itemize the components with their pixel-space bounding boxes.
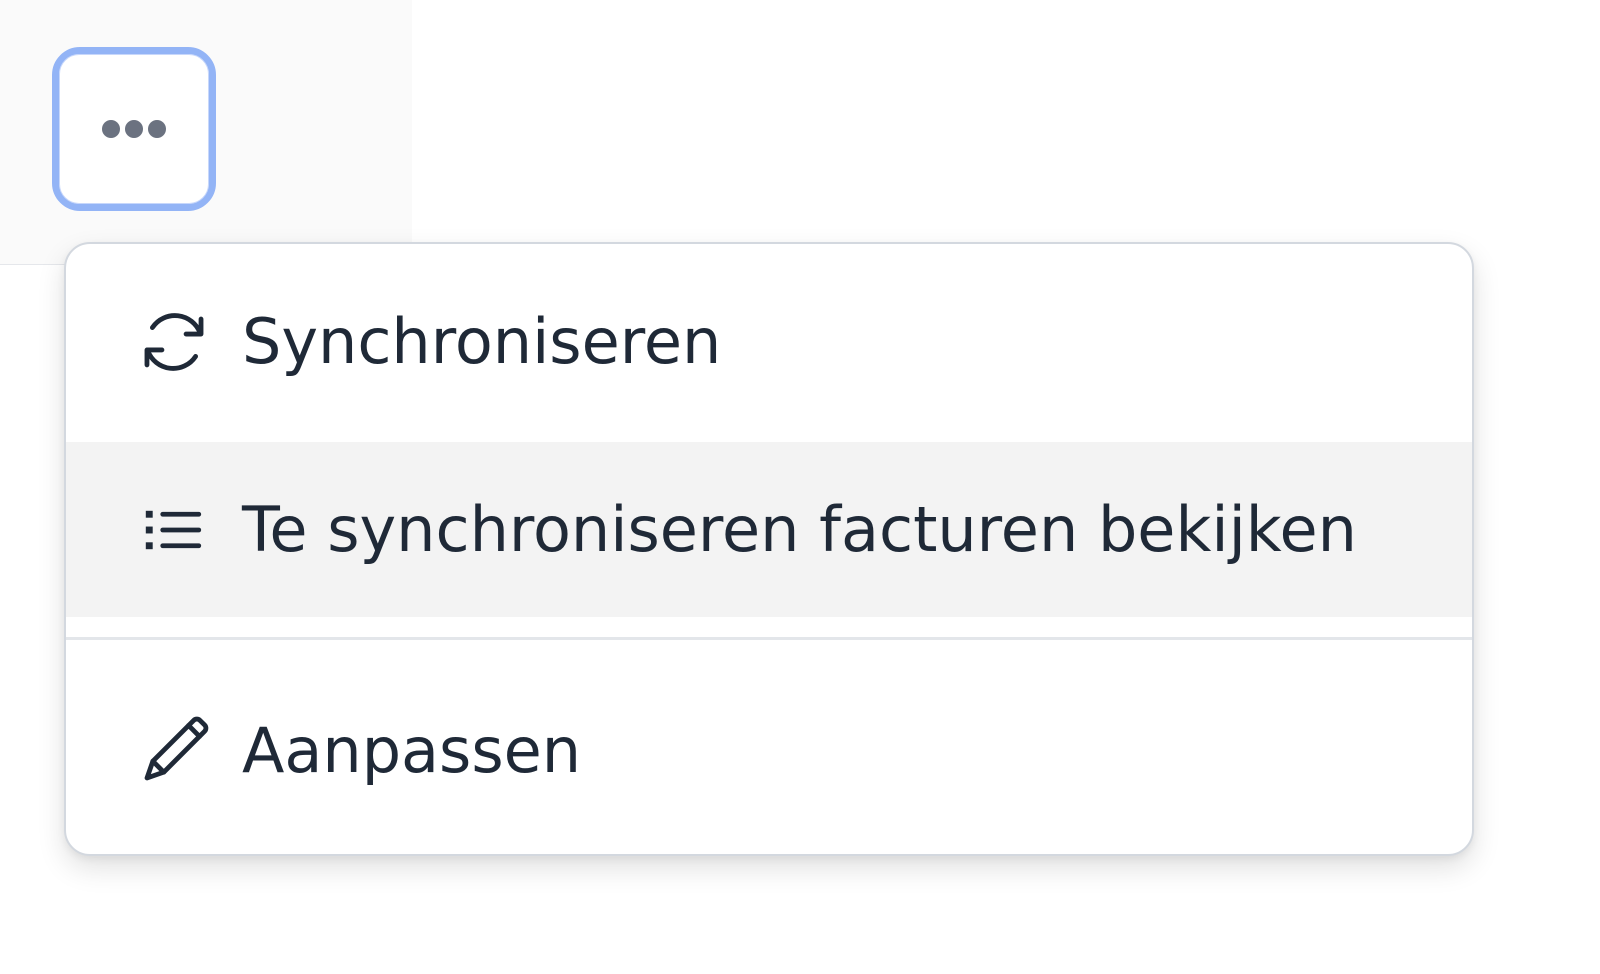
menu-item-label: Te synchroniseren facturen bekijken <box>242 492 1357 566</box>
toolbar-cell <box>0 0 412 265</box>
menu-item-synchronize[interactable]: Synchroniseren <box>66 244 1472 440</box>
refresh-icon <box>136 304 212 380</box>
more-options-button[interactable] <box>52 47 216 211</box>
menu-item-view-invoices-to-sync[interactable]: Te synchroniseren facturen bekijken <box>66 442 1472 617</box>
list-bullet-icon <box>136 492 212 568</box>
actions-dropdown-menu: Synchroniseren Te synchroniseren facture… <box>64 242 1474 856</box>
menu-item-label: Aanpassen <box>242 714 582 787</box>
menu-divider <box>66 637 1472 640</box>
menu-item-edit[interactable]: Aanpassen <box>66 664 1472 838</box>
pencil-icon <box>136 713 212 789</box>
menu-item-label: Synchroniseren <box>242 305 722 378</box>
focus-ring <box>59 54 209 204</box>
